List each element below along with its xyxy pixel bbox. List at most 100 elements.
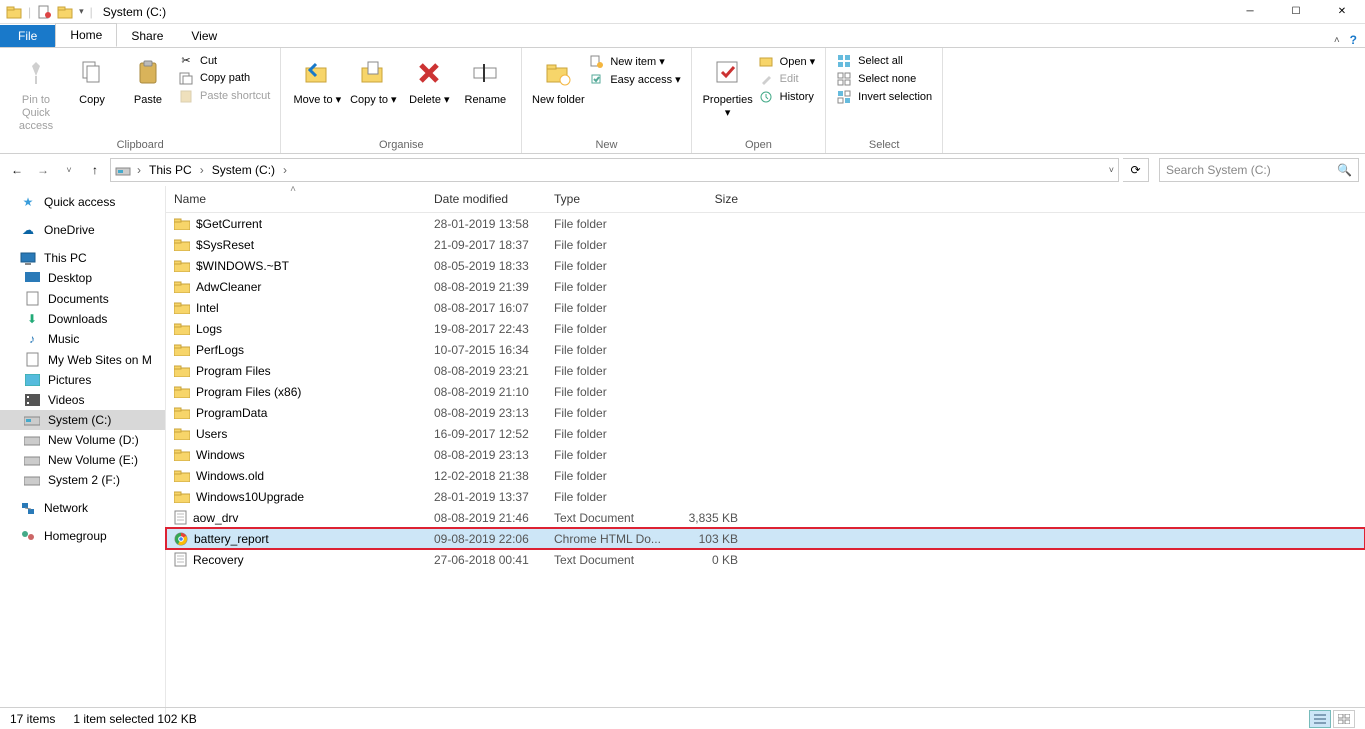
list-item[interactable]: Users16-09-2017 12:52File folder	[166, 423, 1365, 444]
sidebar-music[interactable]: ♪Music	[0, 329, 165, 349]
list-item[interactable]: Windows08-08-2019 23:13File folder	[166, 444, 1365, 465]
paste-button[interactable]: Paste	[120, 52, 176, 111]
sep2[interactable]	[279, 163, 291, 177]
sidebar-system-c[interactable]: System (C:)	[0, 410, 165, 430]
select-none-button[interactable]: Select none	[834, 70, 934, 88]
list-item[interactable]: PerfLogs10-07-2015 16:34File folder	[166, 339, 1365, 360]
crumb-this-pc[interactable]: This PC	[147, 163, 194, 177]
new-item-button[interactable]: New item ▾	[586, 52, 682, 70]
invert-selection-button[interactable]: Invert selection	[834, 88, 934, 106]
edit-button[interactable]: Edit	[756, 70, 818, 88]
pin-to-quick-access-button[interactable]: Pin to Quick access	[8, 52, 64, 137]
col-name[interactable]: Name	[166, 186, 426, 212]
new-folder-button[interactable]: New folder	[530, 52, 586, 111]
qat-folder-icon[interactable]	[57, 4, 73, 20]
file-name: Program Files (x86)	[196, 385, 301, 399]
sidebar-my-web-sites[interactable]: My Web Sites on M	[0, 349, 165, 370]
forward-button[interactable]: →	[32, 159, 54, 181]
history-button[interactable]: History	[756, 88, 818, 106]
list-item[interactable]: Program Files (x86) 08-08-2019 21:10File …	[166, 381, 1365, 402]
folder-icon	[174, 427, 190, 440]
list-item[interactable]: $SysReset21-09-2017 18:37File folder	[166, 234, 1365, 255]
file-name: $WINDOWS.~BT	[196, 259, 289, 273]
sep1[interactable]	[196, 163, 208, 177]
recent-dropdown[interactable]: ˅	[58, 159, 80, 181]
file-name: Recovery	[193, 553, 244, 567]
easy-access-button[interactable]: Easy access ▾	[586, 70, 682, 88]
rename-button[interactable]: Rename	[457, 52, 513, 111]
sidebar-desktop[interactable]: Desktop	[0, 268, 165, 288]
help-icon[interactable]: ?	[1350, 33, 1357, 47]
sidebar-this-pc[interactable]: This PC	[0, 248, 165, 268]
nav-pane[interactable]: ★Quick access ☁OneDrive This PC Desktop …	[0, 186, 165, 719]
tab-home[interactable]: Home	[55, 23, 117, 47]
list-item[interactable]: $WINDOWS.~BT08-05-2019 18:33File folder	[166, 255, 1365, 276]
sidebar-pictures[interactable]: Pictures	[0, 370, 165, 390]
select-all-button[interactable]: Select all	[834, 52, 934, 70]
move-to-button[interactable]: Move to ▾	[289, 52, 345, 111]
tab-view[interactable]: View	[177, 25, 231, 47]
file-type: File folder	[546, 343, 666, 357]
copy-path-button[interactable]: Copy path	[176, 69, 272, 87]
ribbon: Pin to Quick access Copy Paste ✂Cut Copy…	[0, 48, 1365, 154]
list-item[interactable]: Recovery27-06-2018 00:41Text Document0 K…	[166, 549, 1365, 570]
sidebar-new-volume-e[interactable]: New Volume (E:)	[0, 450, 165, 470]
list-item[interactable]: Intel08-08-2017 16:07File folder	[166, 297, 1365, 318]
address-dropdown[interactable]: ˅	[1109, 165, 1114, 175]
up-button[interactable]: ↑	[84, 159, 106, 181]
open-button[interactable]: Open ▾	[756, 52, 818, 70]
refresh-button[interactable]: ⟳	[1123, 158, 1149, 182]
sidebar-system2-f[interactable]: System 2 (F:)	[0, 470, 165, 490]
list-item[interactable]: Windows10Upgrade28-01-2019 13:37File fol…	[166, 486, 1365, 507]
properties-button[interactable]: Properties ▾	[700, 52, 756, 124]
col-type[interactable]: Type	[546, 186, 666, 212]
qat-properties-icon[interactable]	[37, 5, 51, 19]
list-item[interactable]: Logs19-08-2017 22:43File folder	[166, 318, 1365, 339]
sidebar-homegroup[interactable]: Homegroup	[0, 526, 165, 546]
view-details-button[interactable]	[1309, 710, 1331, 728]
sidebar-new-volume-d[interactable]: New Volume (D:)	[0, 430, 165, 450]
crumb-system-c[interactable]: System (C:)	[210, 163, 277, 177]
root-sep[interactable]	[133, 163, 145, 177]
list-item[interactable]: ProgramData08-08-2019 23:13File folder	[166, 402, 1365, 423]
cut-button[interactable]: ✂Cut	[176, 52, 272, 69]
sidebar-downloads[interactable]: ⬇Downloads	[0, 309, 165, 329]
tab-file[interactable]: File	[0, 25, 55, 47]
file-listing[interactable]: Name Date modified Type Size $GetCurrent…	[165, 186, 1365, 719]
file-name: Windows.old	[196, 469, 264, 483]
copy-to-button[interactable]: Copy to ▾	[345, 52, 401, 111]
sidebar-onedrive[interactable]: ☁OneDrive	[0, 220, 165, 240]
list-item[interactable]: battery_report09-08-2019 22:06Chrome HTM…	[166, 528, 1365, 549]
qat-dropdown-icon[interactable]: ▾	[79, 6, 84, 17]
minimize-button[interactable]: ─	[1227, 0, 1273, 24]
file-date: 10-07-2015 16:34	[426, 343, 546, 357]
file-type: File folder	[546, 385, 666, 399]
close-button[interactable]: ✕	[1319, 0, 1365, 24]
list-item[interactable]: AdwCleaner08-08-2019 21:39File folder	[166, 276, 1365, 297]
back-button[interactable]: ←	[6, 159, 28, 181]
sidebar-videos[interactable]: Videos	[0, 390, 165, 410]
view-large-icons-button[interactable]	[1333, 710, 1355, 728]
list-item[interactable]: Program Files08-08-2019 23:21File folder	[166, 360, 1365, 381]
maximize-button[interactable]: ☐	[1273, 0, 1319, 24]
search-input[interactable]: Search System (C:) 🔍	[1159, 158, 1359, 182]
file-date: 08-08-2019 21:10	[426, 385, 546, 399]
paste-shortcut-button[interactable]: Paste shortcut	[176, 87, 272, 105]
col-date[interactable]: Date modified	[426, 186, 546, 212]
paste-icon	[133, 56, 163, 90]
ribbon-collapse-icon[interactable]: ˄	[1334, 35, 1340, 46]
sidebar-network[interactable]: Network	[0, 498, 165, 518]
sidebar-documents[interactable]: Documents	[0, 288, 165, 309]
folder-icon	[174, 301, 190, 314]
list-item[interactable]: Windows.old12-02-2018 21:38File folder	[166, 465, 1365, 486]
col-size[interactable]: Size	[666, 186, 746, 212]
list-item[interactable]: aow_drv08-08-2019 21:46Text Document3,83…	[166, 507, 1365, 528]
sidebar-quick-access[interactable]: ★Quick access	[0, 192, 165, 212]
tab-share[interactable]: Share	[117, 25, 177, 47]
list-item[interactable]: $GetCurrent28-01-2019 13:58File folder	[166, 213, 1365, 234]
file-size: 103 KB	[666, 532, 746, 546]
copy-button[interactable]: Copy	[64, 52, 120, 111]
address-bar[interactable]: This PC System (C:) ˅	[110, 158, 1119, 182]
explorer-icon	[6, 4, 22, 20]
delete-button[interactable]: Delete ▾	[401, 52, 457, 111]
